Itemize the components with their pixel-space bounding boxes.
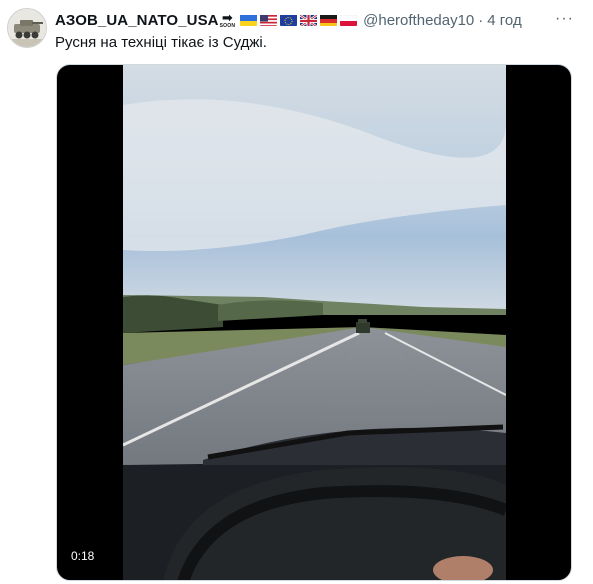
ukraine-flag-icon [240,14,258,26]
author-handle[interactable]: @heroftheday10 [363,12,474,29]
flag-list [237,14,358,26]
tweet-text: Русня на техніці тікає із Суджі. [55,34,267,51]
tweet-header: АЗОВ_UA_NATO_USA ➡ SOON @heroftheday10 ·… [55,9,522,31]
usa-flag-icon [260,14,278,26]
author-name[interactable]: АЗОВ_UA_NATO_USA [55,12,219,29]
eu-flag-icon [280,14,298,26]
video-duration: 0:18 [66,547,100,565]
uk-flag-icon [300,14,318,26]
germany-flag-icon [320,14,338,26]
video-player[interactable]: 0:18 [56,64,572,581]
avatar[interactable] [7,8,47,48]
armored-vehicle-icon [8,9,46,47]
separator-dot: · [478,11,484,29]
tweet[interactable]: АЗОВ_UA_NATO_USA ➡ SOON @heroftheday10 ·… [0,0,593,584]
arrow-soon-icon: ➡ SOON [219,10,236,29]
video-frame[interactable] [123,65,506,581]
more-options-icon[interactable]: ··· [555,10,574,28]
timestamp[interactable]: 4 год [487,12,521,29]
poland-flag-icon [340,14,358,26]
